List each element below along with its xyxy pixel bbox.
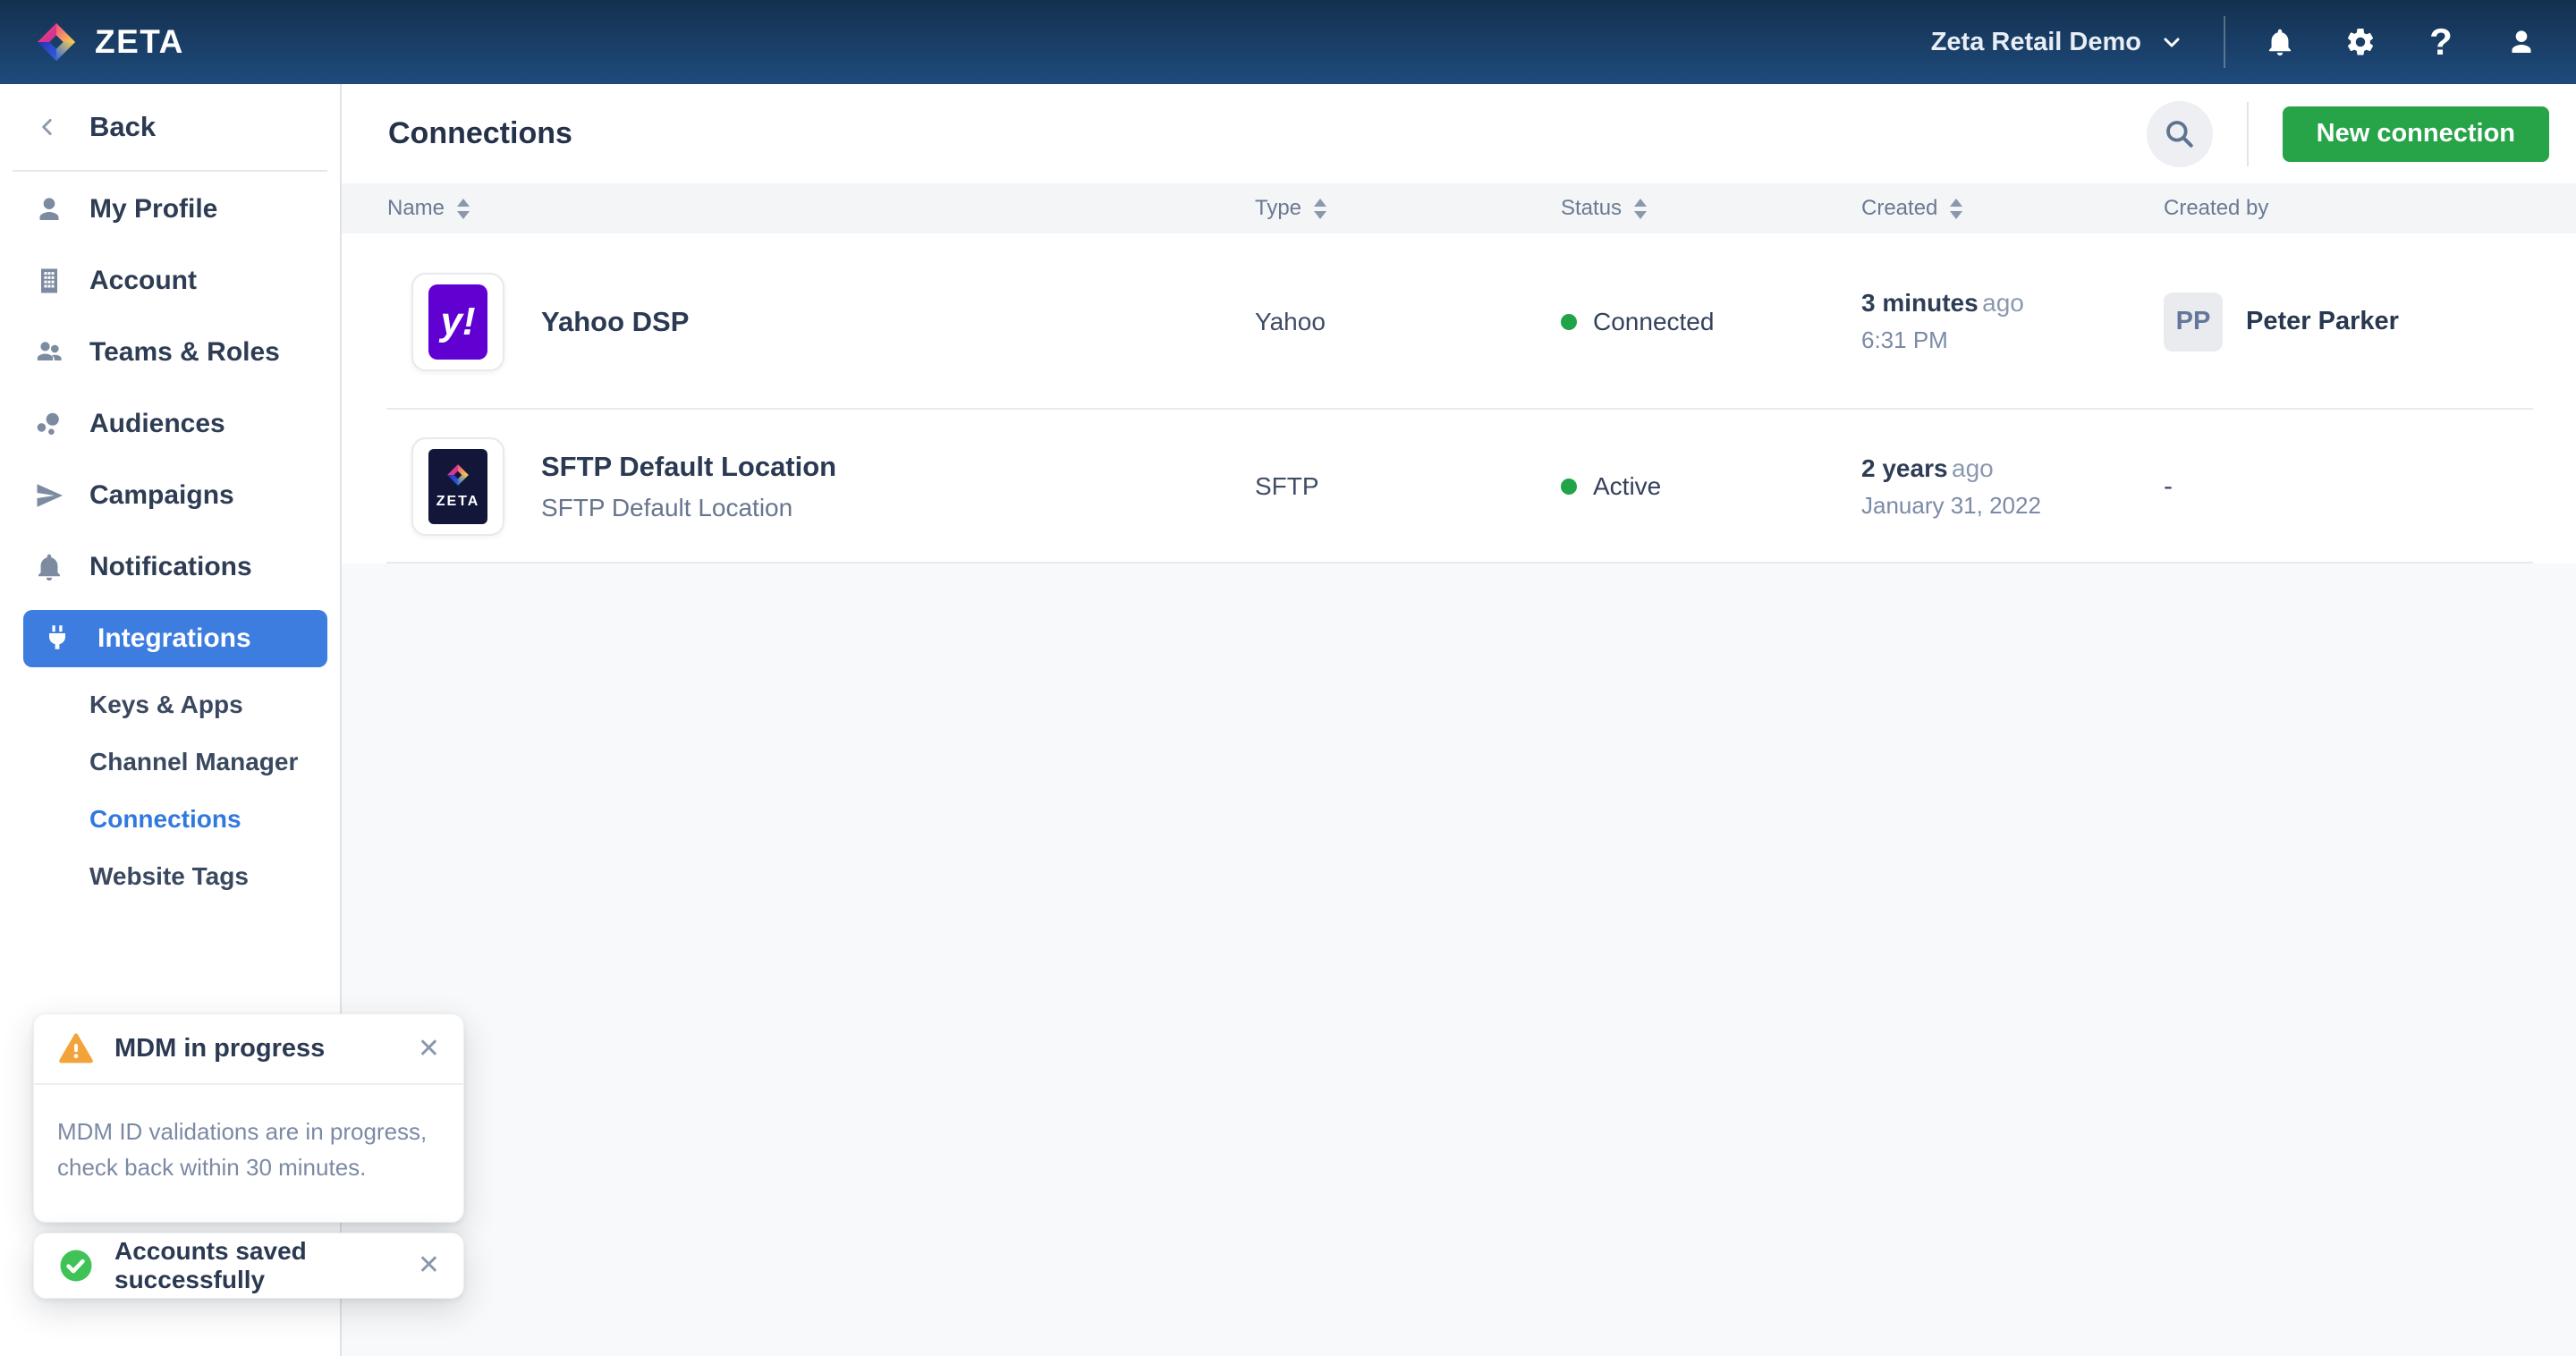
connection-created: 2 years ago January 31, 2022 (1861, 454, 2164, 520)
connection-created-by: - (2164, 471, 2576, 502)
sidebar-item-campaigns[interactable]: Campaigns (0, 460, 340, 531)
new-connection-button[interactable]: New connection (2283, 106, 2549, 162)
sidebar-item-integrations[interactable]: Integrations (23, 610, 327, 667)
sidebar-item-my-profile[interactable]: My Profile (0, 174, 340, 245)
account-user-icon[interactable] (2504, 25, 2538, 59)
sidebar-subitem-keys-apps[interactable]: Keys & Apps (0, 676, 340, 733)
column-header-status[interactable]: Status (1561, 196, 1861, 221)
chevron-down-icon (2161, 31, 2182, 53)
connection-name: Yahoo DSP (541, 306, 689, 338)
connection-type: Yahoo (1255, 308, 1561, 336)
connection-subtitle: SFTP Default Location (541, 494, 836, 522)
table-row[interactable]: ZETA SFTP Default Location SFTP Default … (342, 410, 2576, 564)
connection-type: SFTP (1255, 472, 1561, 501)
sidebar-item-teams-roles[interactable]: Teams & Roles (0, 317, 340, 388)
notifications-bell-icon[interactable] (2263, 25, 2297, 59)
close-icon[interactable]: ✕ (418, 1252, 440, 1279)
page-header: Connections New connection (342, 84, 2576, 183)
workspace-name: Zeta Retail Demo (1931, 28, 2141, 57)
sidebar-item-account[interactable]: Account (0, 245, 340, 317)
bubbles-icon (33, 408, 65, 440)
header-divider (2247, 102, 2249, 166)
connection-status: Connected (1561, 308, 1861, 336)
chevron-left-icon (36, 115, 59, 139)
back-button[interactable]: Back (0, 84, 340, 170)
connection-status: Active (1561, 472, 1861, 501)
zeta-diamond-logo-icon (36, 21, 77, 63)
connection-name: SFTP Default Location (541, 451, 836, 483)
search-button[interactable] (2147, 101, 2213, 167)
back-label: Back (89, 111, 156, 143)
connections-table: y! Yahoo DSP Yahoo Connected 3 minutes a… (342, 233, 2576, 564)
sidebar-divider (13, 170, 327, 172)
table-row[interactable]: y! Yahoo DSP Yahoo Connected 3 minutes a… (342, 233, 2576, 410)
zeta-diamond-icon (446, 463, 470, 487)
column-header-name[interactable]: Name (387, 196, 1255, 221)
table-header-row: Name Type Status Created Created by (342, 183, 2576, 233)
brand: ZETA (36, 21, 184, 63)
connection-logo-card: y! (411, 273, 504, 371)
warning-toast: MDM in progress ✕ MDM ID validations are… (33, 1013, 464, 1223)
yahoo-logo: y! (428, 284, 487, 360)
settings-gear-icon[interactable] (2343, 25, 2377, 59)
connection-logo-card: ZETA (411, 437, 504, 536)
sidebar-item-audiences[interactable]: Audiences (0, 388, 340, 460)
users-icon (33, 336, 65, 369)
column-header-type[interactable]: Type (1255, 196, 1561, 221)
connection-created: 3 minutes ago 6:31 PM (1861, 289, 2164, 354)
brand-name: ZETA (95, 23, 184, 61)
sidebar-subitem-website-tags[interactable]: Website Tags (0, 848, 340, 905)
zeta-logo: ZETA (428, 449, 487, 524)
workspace-switcher[interactable]: Zeta Retail Demo (1931, 28, 2182, 57)
sidebar-subitem-channel-manager[interactable]: Channel Manager (0, 733, 340, 791)
page-title: Connections (388, 116, 572, 151)
success-check-icon (57, 1247, 95, 1284)
bell-icon (33, 551, 65, 583)
status-dot-icon (1561, 479, 1577, 495)
plug-icon (41, 623, 73, 655)
toast-message: MDM ID validations are in progress, chec… (34, 1085, 463, 1222)
warning-triangle-icon (57, 1030, 95, 1068)
column-header-created-by: Created by (2164, 196, 2576, 221)
success-toast: Accounts saved successfully ✕ (33, 1233, 464, 1299)
main-content: Connections New connection Name Type Sta… (342, 84, 2576, 1356)
sort-icon (1950, 199, 1962, 219)
top-bar: ZETA Zeta Retail Demo ? (0, 0, 2576, 84)
avatar: PP (2164, 292, 2223, 352)
close-icon[interactable]: ✕ (418, 1036, 440, 1063)
status-dot-icon (1561, 314, 1577, 330)
user-icon (33, 193, 65, 225)
sort-icon (1314, 199, 1326, 219)
sort-icon (1634, 199, 1647, 219)
sidebar-item-notifications[interactable]: Notifications (0, 531, 340, 603)
connection-created-by: PP Peter Parker (2164, 292, 2576, 352)
toast-title: MDM in progress (114, 1034, 418, 1064)
toast-title: Accounts saved successfully (114, 1237, 418, 1294)
sort-icon (457, 199, 470, 219)
topbar-divider (2224, 16, 2225, 68)
paper-plane-icon (33, 479, 65, 512)
building-icon (33, 265, 65, 297)
search-icon (2163, 117, 2197, 151)
sidebar-subitem-connections[interactable]: Connections (0, 791, 340, 848)
help-icon[interactable]: ? (2424, 25, 2458, 59)
column-header-created[interactable]: Created (1861, 196, 2164, 221)
